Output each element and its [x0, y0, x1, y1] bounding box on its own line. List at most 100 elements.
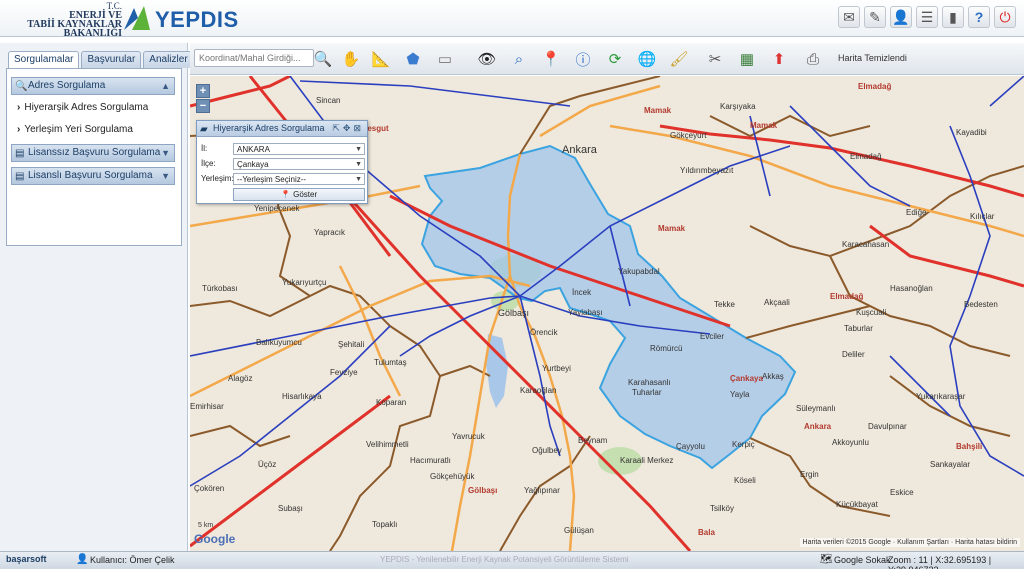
settlement-label: Yerleşim:: [201, 174, 234, 183]
place-label: Elmadağ: [850, 152, 882, 161]
accordion-licensed-query[interactable]: ▤ Lisanslı Başvuru Sorgulama ▼: [11, 167, 175, 185]
copyright-text: YEPDIS - Yenilenebilir Enerji Kaynak Pot…: [380, 555, 629, 564]
map-attribution[interactable]: Harita verileri ©2015 Google · Kullanım …: [799, 538, 1020, 547]
dialog-titlebar[interactable]: ▰ Hiyerarşik Adres Sorgulama ⇱✥⊠: [197, 121, 367, 137]
info-icon[interactable]: ⓘ: [572, 48, 594, 70]
district-value: Çankaya: [237, 160, 269, 169]
place-label: Bala: [698, 528, 715, 537]
close-icon[interactable]: ⊠: [353, 123, 364, 133]
chevron-down-icon: ▼: [161, 171, 170, 181]
zoom-out-button[interactable]: −: [196, 99, 210, 113]
export-map-icon[interactable]: ⬆: [768, 48, 790, 70]
tab-basvurular[interactable]: Başvurular: [81, 51, 142, 68]
rectangle-select-icon[interactable]: ▭: [434, 48, 456, 70]
user-icon[interactable]: 👤: [890, 6, 912, 28]
settlement-value: --Yerleşim Seçiniz--: [237, 175, 307, 184]
place-label: Sankayalar: [930, 460, 971, 469]
place-label: Yayla: [730, 390, 750, 399]
place-label: Alagöz: [228, 374, 253, 383]
place-label: Küçükbayat: [836, 500, 878, 509]
place-label: Yenipeçenek: [254, 204, 300, 213]
place-label: Karaoğlan: [520, 386, 557, 395]
place-label: Türkobası: [202, 284, 238, 293]
logout-icon[interactable]: ⏻: [994, 6, 1016, 28]
place-label: Deliler: [842, 350, 865, 359]
place-label: Oğulbey: [532, 446, 562, 455]
left-panel: Sorgulamalar Başvurular Analizler 🔍 Adre…: [0, 43, 194, 551]
edit-icon[interactable]: ✎: [864, 6, 886, 28]
place-label: Şehitali: [338, 340, 365, 349]
accordion-unlicensed-query[interactable]: ▤ Lisanssız Başvuru Sorgulama ▼: [11, 144, 175, 162]
arrow-right-icon: ›: [17, 102, 21, 113]
menu-item-label: Yerleşim Yeri Sorgulama: [24, 124, 133, 135]
place-label: Sincan: [316, 96, 341, 105]
binoculars-icon[interactable]: 👁: [476, 48, 498, 70]
print-icon[interactable]: ⎙: [802, 48, 824, 70]
menu-item-hierarchical-address[interactable]: › Hiyerarşik Adres Sorgulama: [17, 102, 148, 113]
dialog-title: Hiyerarşik Adres Sorgulama: [213, 123, 325, 133]
arrow-right-icon: ›: [17, 124, 21, 135]
refresh-icon[interactable]: ⟳: [604, 48, 626, 70]
list-icon[interactable]: ☰: [916, 6, 938, 28]
settlement-select[interactable]: --Yerleşim Seçiniz-- ▼: [233, 173, 365, 185]
district-select[interactable]: Çankaya ▼: [233, 158, 365, 170]
current-user: Kullanıcı: Ömer Çelik: [90, 555, 175, 565]
place-label: Velihimmetli: [366, 440, 409, 449]
layers-icon[interactable]: ▦: [736, 48, 758, 70]
place-label: Gökçehüyük: [430, 472, 475, 481]
minimize-icon[interactable]: ⇱: [332, 123, 343, 133]
place-label: Fevziye: [330, 368, 358, 377]
zoom-in-button[interactable]: +: [196, 84, 210, 98]
toolbar-status-text: Harita Temizlendi: [838, 53, 907, 63]
ruler-icon[interactable]: 📐: [370, 48, 392, 70]
place-label: Süleymanlı: [796, 404, 836, 413]
place-label: Yağlıpınar: [524, 486, 560, 495]
place-label: Hisarlıkaya: [282, 392, 322, 401]
show-button[interactable]: 📍 Göster: [233, 188, 365, 201]
identify-icon[interactable]: ⌕: [508, 48, 530, 70]
place-label: Yakupabdal: [618, 267, 660, 276]
place-label: Yapracık: [314, 228, 345, 237]
menu-item-settlement-query[interactable]: › Yerleşim Yeri Sorgulama: [17, 124, 133, 135]
place-label: Yaylabaşı: [568, 308, 603, 317]
map-tools-icon[interactable]: ✂: [704, 48, 726, 70]
tab-sorgulamalar[interactable]: Sorgulamalar: [8, 51, 80, 68]
move-icon[interactable]: ✥: [343, 123, 354, 133]
mail-icon[interactable]: ✉: [838, 6, 860, 28]
place-label: Akkaş: [762, 372, 784, 381]
app-header: T.C. ENERJİ VE TABİİ KAYNAKLAR BAKANLIĞI…: [0, 0, 1024, 39]
place-label: Karacahasan: [842, 240, 890, 249]
place-label: Akçaali: [764, 298, 790, 307]
basemap-name[interactable]: Google Sokak: [834, 555, 891, 565]
menu-item-label: Hiyerarşik Adres Sorgulama: [24, 102, 149, 113]
tab-analizler[interactable]: Analizler: [143, 51, 194, 68]
help-icon[interactable]: ?: [968, 6, 990, 28]
left-tabs: Sorgulamalar Başvurular Analizler: [8, 51, 194, 68]
district-label: İlçe:: [201, 159, 216, 168]
zoom-coordinates: Zoom : 11 | X:32.695193 | Y:39.946722: [888, 555, 992, 569]
province-select[interactable]: ANKARA ▼: [233, 143, 365, 155]
place-label: Bedesten: [964, 300, 998, 309]
brush-icon[interactable]: 🖌: [668, 48, 690, 70]
district-row: İlçe: Çankaya ▼: [201, 158, 365, 171]
globe-icon[interactable]: 🌐: [636, 48, 658, 70]
place-label: Kılıçlar: [970, 212, 995, 221]
accordion-address-query[interactable]: 🔍 Adres Sorgulama ▲: [11, 77, 175, 95]
polygon-icon[interactable]: ⬟: [402, 48, 424, 70]
place-label: Yukarıyurtçu: [282, 278, 327, 287]
place-label: Emirhisar: [190, 402, 224, 411]
pin-icon: 📍: [280, 190, 291, 199]
place-label: Yavrucuk: [452, 432, 485, 441]
document-icon[interactable]: ▮: [942, 6, 964, 28]
search-icon[interactable]: 🔍: [312, 48, 334, 70]
pin-icon[interactable]: 📍: [540, 48, 562, 70]
place-label: Karahasanlı: [628, 378, 671, 387]
search-icon: 🔍: [15, 81, 28, 92]
place-label: Beynam: [578, 436, 608, 445]
place-label: Ergin: [800, 470, 819, 479]
pan-hand-icon[interactable]: ✋: [340, 48, 362, 70]
place-label: Kuşcuali: [856, 308, 887, 317]
place-label: Gölbaşı: [468, 486, 498, 495]
coordinate-search-input[interactable]: [194, 49, 314, 67]
place-label: Yukarıkaraşar: [916, 392, 966, 401]
